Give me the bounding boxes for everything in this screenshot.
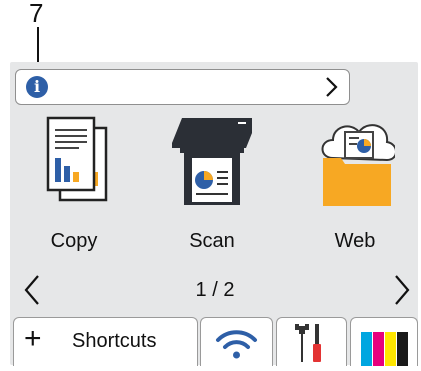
copy-app[interactable]: Copy xyxy=(14,114,134,259)
plus-icon: + xyxy=(24,322,42,355)
toner-icon xyxy=(361,332,408,366)
page-indicator: 1 / 2 xyxy=(195,279,235,301)
scan-icon xyxy=(172,118,252,205)
scan-app[interactable]: Scan xyxy=(152,114,272,259)
info-bar[interactable]: i xyxy=(15,69,350,105)
settings-tab[interactable] xyxy=(276,317,347,366)
web-label: Web xyxy=(334,230,376,252)
wifi-tab[interactable] xyxy=(200,317,273,366)
chevron-right-icon xyxy=(326,77,338,97)
web-icon xyxy=(321,124,395,206)
touchscreen: i Copy Scan Web 1 / 2 + Shortcuts xyxy=(10,62,418,366)
web-app[interactable]: Web xyxy=(295,114,415,259)
previous-page-arrow[interactable] xyxy=(18,270,48,310)
wifi-icon xyxy=(216,330,257,359)
tools-icon xyxy=(295,324,321,362)
next-page-arrow[interactable] xyxy=(386,270,416,310)
toner-tab[interactable] xyxy=(350,317,418,366)
info-icon[interactable]: i xyxy=(26,76,48,98)
callout-number: 7 xyxy=(29,0,44,28)
copy-icon xyxy=(46,116,108,202)
copy-label: Copy xyxy=(50,230,98,252)
shortcuts-label: Shortcuts xyxy=(72,330,157,352)
scan-label: Scan xyxy=(189,230,235,252)
shortcuts-tab[interactable]: + Shortcuts xyxy=(13,317,198,366)
